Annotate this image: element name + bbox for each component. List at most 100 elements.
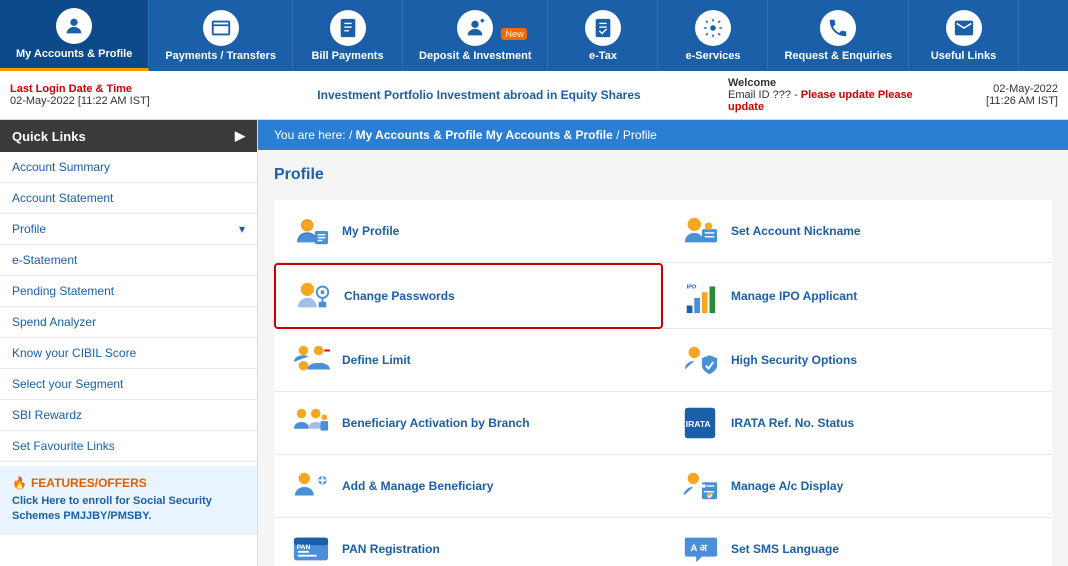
sidebar-header: Quick Links ▶ — [0, 120, 257, 152]
change-passwords-icon — [292, 275, 334, 317]
last-login-value: 02-May-2022 [11:22 AM IST] — [10, 95, 230, 107]
breadcrumb-profile: Profile — [623, 128, 657, 142]
manage-ipo-icon: IPO — [679, 275, 721, 317]
welcome-label: Welcome — [728, 77, 776, 89]
menu-item-high-security[interactable]: High Security Options — [663, 329, 1052, 392]
set-nickname-icon — [679, 210, 721, 252]
add-beneficiary-label: Add & Manage Beneficiary — [342, 479, 493, 493]
welcome-section: Welcome Email ID ??? - Please update Ple… — [728, 77, 928, 113]
nav-item-my-accounts[interactable]: My Accounts & Profile — [0, 0, 149, 71]
sidebar-item-segment[interactable]: Select your Segment — [0, 369, 257, 400]
top-navigation: My Accounts & Profile Payments / Transfe… — [0, 0, 1068, 71]
nav-item-bill-payments[interactable]: Bill Payments — [293, 0, 403, 71]
menu-item-define-limit[interactable]: Define Limit — [274, 329, 663, 392]
menu-item-irata[interactable]: IRATA IRATA Ref. No. Status — [663, 392, 1052, 455]
sidebar-item-spend-analyzer[interactable]: Spend Analyzer — [0, 307, 257, 338]
menu-item-my-profile[interactable]: My Profile — [274, 200, 663, 263]
sidebar-item-estatement[interactable]: e-Statement — [0, 245, 257, 276]
features-text[interactable]: Click Here to enroll for Social Security… — [12, 494, 245, 525]
breadcrumb: You are here: / My Accounts & Profile My… — [258, 120, 1068, 150]
quick-links-label: Quick Links — [12, 129, 86, 144]
svg-text:PAN: PAN — [297, 544, 311, 551]
my-profile-icon — [290, 210, 332, 252]
breadcrumb-accounts-link: My Accounts & Profile — [486, 128, 613, 142]
beneficiary-branch-label: Beneficiary Activation by Branch — [342, 416, 530, 430]
eservices-icon — [695, 10, 731, 46]
sidebar: Quick Links ▶ Account Summary Account St… — [0, 120, 258, 566]
sidebar-item-favourite[interactable]: Set Favourite Links — [0, 431, 257, 462]
info-bar: Last Login Date & Time 02-May-2022 [11:2… — [0, 71, 1068, 120]
high-security-label: High Security Options — [731, 353, 857, 367]
irata-label: IRATA Ref. No. Status — [731, 416, 854, 430]
manage-ipo-label: Manage IPO Applicant — [731, 289, 857, 303]
nav-label-deposit: Deposit & Investment — [419, 50, 531, 62]
menu-item-beneficiary-branch[interactable]: Beneficiary Activation by Branch — [274, 392, 663, 455]
my-accounts-icon — [56, 8, 92, 44]
define-limit-label: Define Limit — [342, 353, 411, 367]
svg-text:IPO: IPO — [687, 284, 697, 290]
deposit-icon — [457, 10, 493, 46]
breadcrumb-sep: / — [616, 128, 623, 142]
beneficiary-branch-icon — [290, 402, 332, 444]
please-update[interactable]: Please update — [801, 89, 875, 101]
sidebar-item-rewardz[interactable]: SBI Rewardz — [0, 400, 257, 431]
nav-label-eservices: e-Services — [685, 50, 740, 62]
main-layout: Quick Links ▶ Account Summary Account St… — [0, 120, 1068, 566]
email-text: Email ID ??? - — [728, 89, 798, 101]
profile-dropdown-arrow: ▾ — [239, 222, 245, 236]
bill-payments-icon — [330, 10, 366, 46]
add-beneficiary-icon — [290, 465, 332, 507]
menu-item-change-passwords[interactable]: Change Passwords — [274, 263, 663, 329]
request-icon — [820, 10, 856, 46]
pan-label: PAN Registration — [342, 542, 440, 556]
sidebar-item-profile[interactable]: Profile ▾ — [0, 214, 257, 245]
sidebar-item-pending-statement[interactable]: Pending Statement — [0, 276, 257, 307]
profile-menu-grid: My Profile Set Account N — [274, 200, 1052, 566]
sidebar-item-account-statement[interactable]: Account Statement — [0, 183, 257, 214]
menu-item-manage-ac[interactable]: Manage A/c Display — [663, 455, 1052, 518]
nav-item-deposit[interactable]: Deposit & Investment New — [403, 0, 548, 71]
nav-label-useful: Useful Links — [931, 50, 996, 62]
my-profile-label: My Profile — [342, 224, 399, 238]
sms-language-icon: A अ — [679, 528, 721, 566]
features-box: 🔥 FEATURES/OFFERS Click Here to enroll f… — [0, 466, 257, 535]
define-limit-icon — [290, 339, 332, 381]
date-value: 02-May-2022 — [928, 83, 1058, 95]
nav-item-useful[interactable]: Useful Links — [909, 0, 1019, 71]
breadcrumb-accounts[interactable]: My Accounts & Profile — [356, 128, 483, 142]
nav-item-eservices[interactable]: e-Services — [658, 0, 768, 71]
pan-icon: PAN — [290, 528, 332, 566]
last-login-label: Last Login Date & Time — [10, 83, 230, 95]
etax-icon — [585, 10, 621, 46]
menu-item-add-beneficiary[interactable]: Add & Manage Beneficiary — [274, 455, 663, 518]
sidebar-item-cibil[interactable]: Know your CIBIL Score — [0, 338, 257, 369]
svg-text:IRATA: IRATA — [686, 419, 711, 429]
nav-item-payments[interactable]: Payments / Transfers — [149, 0, 293, 71]
menu-item-manage-ipo[interactable]: IPO Manage IPO Applicant — [663, 263, 1052, 329]
last-login-section: Last Login Date & Time 02-May-2022 [11:2… — [10, 83, 230, 107]
sidebar-item-account-summary[interactable]: Account Summary — [0, 152, 257, 183]
time-value: [11:26 AM IST] — [928, 95, 1058, 107]
nav-item-etax[interactable]: e-Tax — [548, 0, 658, 71]
svg-text:A अ: A अ — [691, 543, 708, 554]
nav-label-bill-payments: Bill Payments — [311, 50, 383, 62]
profile-label: Profile — [12, 222, 46, 236]
manage-ac-label: Manage A/c Display — [731, 479, 843, 493]
nav-label-etax: e-Tax — [589, 50, 617, 62]
menu-item-pan[interactable]: PAN PAN Registration — [274, 518, 663, 566]
menu-item-set-nickname[interactable]: Set Account Nickname — [663, 200, 1052, 263]
features-title: 🔥 FEATURES/OFFERS — [12, 476, 245, 490]
manage-ac-icon — [679, 465, 721, 507]
payments-icon — [203, 10, 239, 46]
nav-item-request[interactable]: Request & Enquiries — [768, 0, 909, 71]
nav-label-payments: Payments / Transfers — [165, 50, 276, 62]
content-area: You are here: / My Accounts & Profile My… — [258, 120, 1068, 566]
profile-section: Profile My Profile — [258, 150, 1068, 566]
marquee-text: Investment Portfolio Investment abroad i… — [230, 88, 728, 102]
sms-language-label: Set SMS Language — [731, 542, 839, 556]
useful-icon — [946, 10, 982, 46]
menu-item-sms-language[interactable]: A अ Set SMS Language — [663, 518, 1052, 566]
nav-label-my-accounts: My Accounts & Profile — [16, 48, 132, 60]
irata-icon: IRATA — [679, 402, 721, 444]
high-security-icon — [679, 339, 721, 381]
